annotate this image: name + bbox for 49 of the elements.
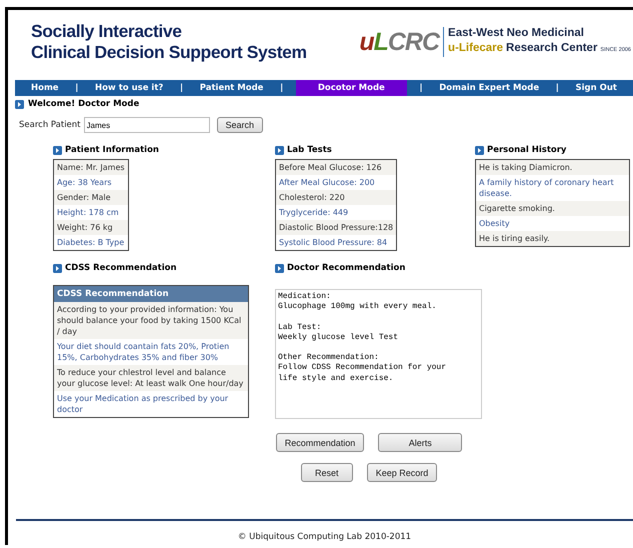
system-title: Socially Interactive Clinical Decision Suppeort System <box>31 21 307 63</box>
table-row: Cigarette smoking. <box>476 201 629 216</box>
search-button[interactable]: Search <box>216 117 264 133</box>
section-title: Patient Information <box>65 145 159 155</box>
arrow-bullet-icon <box>275 146 284 154</box>
nav-link[interactable]: Home <box>27 80 63 96</box>
section-title: Lab Tests <box>287 145 332 155</box>
arrow-bullet-icon <box>53 264 62 272</box>
welcome-text: Welcome! Doctor Mode <box>28 99 140 109</box>
nav-link[interactable]: Sign Out <box>572 80 621 96</box>
nav-separator: | <box>75 83 78 93</box>
table-row: Weight: 76 kg <box>54 220 128 235</box>
arrow-bullet-icon <box>15 100 24 108</box>
search-label: Search Patient <box>19 120 81 130</box>
nav-separator: | <box>180 83 184 93</box>
nav-link[interactable]: Docotor Mode <box>296 80 407 96</box>
organization-name: Research Center <box>506 41 598 56</box>
table-row: Gender: Male <box>54 190 128 205</box>
section-title: Doctor Recommendation <box>287 263 406 273</box>
arrow-bullet-icon <box>475 146 484 154</box>
nav-separator: | <box>280 83 284 93</box>
nav-separator: | <box>556 83 559 93</box>
table-row: Diastolic Blood Pressure:128 <box>276 220 396 235</box>
table-row: To reduce your chlestrol level and balance your glucose level: At least walk One hour/day <box>54 365 248 391</box>
logo-mark: uLCRC <box>359 27 444 57</box>
arrow-bullet-icon <box>275 264 284 272</box>
doctor-recommendation-field[interactable]: Medication: Glucophage 100mg with every meal. Lab Test: Weekly glucose level Test Other Recommendation: Follow CDSS Recommendation for your life style and exercise. <box>275 289 482 419</box>
copyright-text: © Ubiquitous Computing Lab 2010-2011 <box>238 532 412 542</box>
table-row: Name: Mr. James <box>54 160 128 175</box>
table-row: He is tiring easily. <box>476 231 629 246</box>
action-button[interactable]: Alerts <box>378 433 462 452</box>
action-button[interactable]: Keep Record <box>366 463 438 482</box>
table-row: He is taking Diamicron. <box>476 160 629 175</box>
table-row: According to your provided information: You should balance your food by taking 1500 KCal / day <box>54 302 248 339</box>
section-title: CDSS Recommendation <box>65 263 177 273</box>
section-title: Personal History <box>487 145 566 155</box>
table-row: Before Meal Glucose: 126 <box>276 160 396 175</box>
nav-link[interactable]: Patient Mode <box>196 80 268 96</box>
table-header: CDSS Recommendation <box>54 286 248 302</box>
organization-name: u-Lifecare <box>448 41 504 56</box>
nav-link[interactable]: Domain Expert Mode <box>435 80 544 96</box>
arrow-bullet-icon <box>53 146 62 154</box>
nav-separator: | <box>419 83 423 93</box>
organization-name: East-West Neo Medicinal <box>448 26 585 41</box>
action-button[interactable]: Recommendation <box>276 433 364 452</box>
search-field[interactable]: James <box>84 117 210 133</box>
action-button[interactable]: Reset <box>300 463 353 482</box>
nav-link[interactable]: How to use it? <box>90 80 168 96</box>
table-row: Cholesterol: 220 <box>276 190 396 205</box>
